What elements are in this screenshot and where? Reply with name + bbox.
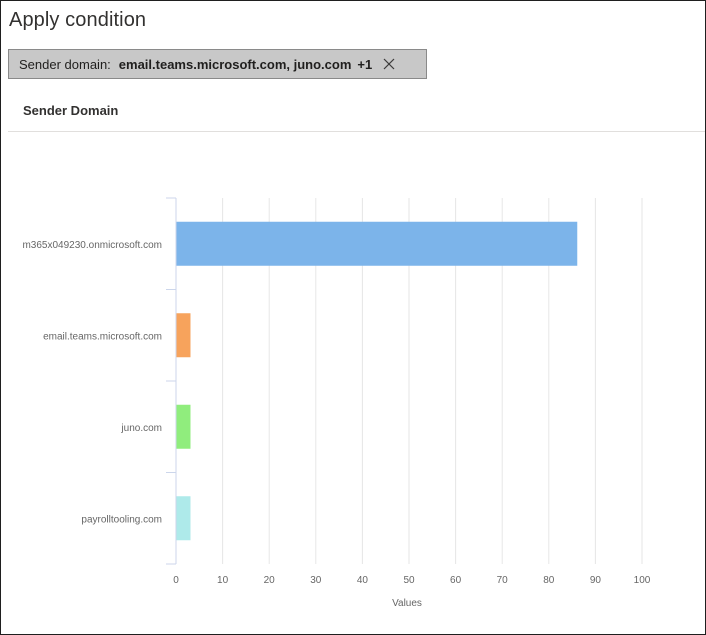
- x-tick-label: 70: [497, 575, 509, 586]
- x-tick-label: 10: [217, 575, 229, 586]
- section-title: Sender Domain: [23, 103, 119, 118]
- section-divider: [8, 131, 705, 132]
- sender-domain-bar-chart: m365x049230.onmicrosoft.com email.teams.m…: [22, 197, 651, 609]
- category-label: m365x049230.onmicrosoft.com: [22, 240, 162, 251]
- x-tick-label: 60: [450, 575, 462, 586]
- category-label: email.teams.microsoft.com: [43, 331, 162, 342]
- x-tick-label: 80: [543, 575, 555, 586]
- bar-0: [176, 221, 578, 266]
- category-label: juno.com: [120, 423, 162, 434]
- filter-chip-label: Sender domain:: [19, 56, 111, 72]
- x-tick-label: 100: [634, 575, 651, 586]
- x-tick-label: 90: [590, 575, 602, 586]
- filter-chip-more-count: +1: [357, 56, 373, 72]
- x-tick-label: 30: [310, 575, 322, 586]
- category-label: payrolltooling.com: [81, 514, 162, 525]
- bar-3: [176, 496, 191, 541]
- x-tick-label: 50: [403, 575, 415, 586]
- x-tick-label: 20: [264, 575, 276, 586]
- apply-condition-panel: Apply condition Sender domain: email.tea…: [0, 0, 706, 635]
- bar-1: [176, 313, 191, 358]
- filter-chip-value: email.teams.microsoft.com, juno.com: [118, 56, 352, 72]
- close-icon[interactable]: [382, 57, 396, 71]
- panel-title: Apply condition: [9, 9, 147, 31]
- filter-chip-sender-domain[interactable]: Sender domain: email.teams.microsoft.com…: [8, 49, 427, 79]
- x-tick-label: 0: [173, 575, 179, 586]
- x-tick-label: 40: [357, 575, 369, 586]
- bar-2: [176, 404, 191, 449]
- x-axis-title: Values: [392, 598, 422, 609]
